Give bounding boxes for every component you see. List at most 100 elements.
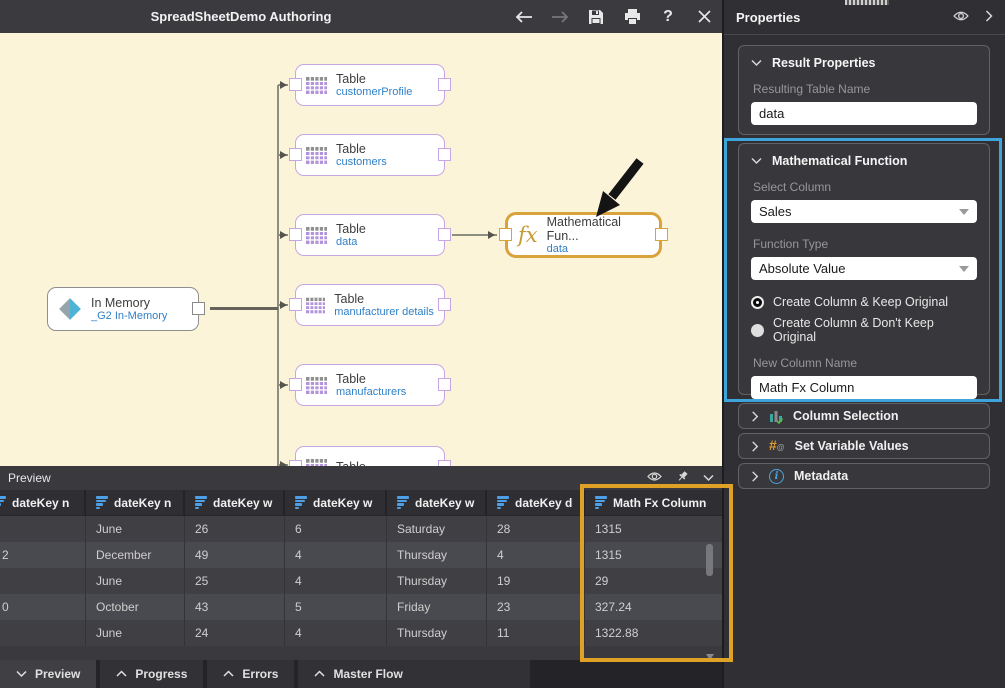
eye-icon[interactable] [647, 471, 662, 485]
tab-master-flow[interactable]: Master Flow [298, 660, 530, 688]
function-type-dropdown[interactable]: Absolute Value [751, 257, 977, 280]
node-title: Table [334, 292, 434, 306]
node-title: Table [336, 222, 366, 236]
output-port[interactable] [438, 78, 451, 91]
chevron-up-icon [223, 670, 234, 678]
column-header[interactable]: dateKey w [387, 490, 487, 515]
chevron-right-icon [751, 471, 759, 482]
node-table-partial[interactable]: Table [295, 446, 445, 466]
section-header-result-properties[interactable]: Result Properties [751, 54, 977, 74]
output-port[interactable] [438, 228, 451, 241]
vertical-scrollbar-thumb[interactable] [706, 544, 713, 576]
table-row: 0 October 43 5 Friday 23 327.24 [0, 594, 722, 620]
table-grid-icon [306, 77, 327, 94]
column-header[interactable]: dateKey d [487, 490, 585, 515]
forward-arrow-icon[interactable] [550, 6, 570, 28]
table-grid-icon [306, 377, 327, 394]
node-table-customerProfile[interactable]: Table customerProfile [295, 64, 445, 106]
radio-dont-keep-original[interactable]: Create Column & Don't Keep Original [751, 316, 977, 344]
node-subtitle: manufacturer details... [334, 306, 434, 319]
sort-bars-icon [96, 496, 108, 509]
node-title: Table [336, 142, 387, 156]
section-header-mathematical-function[interactable]: Mathematical Function [751, 152, 977, 172]
function-type-label: Function Type [753, 237, 977, 251]
node-subtitle: customers [336, 156, 387, 169]
table-cell: 25 [185, 568, 285, 594]
tab-errors[interactable]: Errors [207, 660, 294, 688]
table-cell: 0 [0, 594, 86, 620]
node-table-manufacturer-details[interactable]: Table manufacturer details... [295, 284, 445, 326]
save-icon[interactable] [586, 6, 606, 28]
section-set-variable-values[interactable]: #@ Set Variable Values [738, 433, 990, 459]
table-row: June 25 4 Thursday 19 29 [0, 568, 722, 594]
table-grid-icon [306, 147, 327, 164]
select-column-dropdown[interactable]: Sales [751, 200, 977, 223]
table-cell: 43 [185, 594, 285, 620]
output-port[interactable] [655, 228, 668, 241]
input-port[interactable] [289, 78, 302, 91]
chevron-down-icon[interactable] [703, 471, 714, 485]
output-port[interactable] [438, 148, 451, 161]
connector-arrowhead [280, 151, 287, 159]
node-table-customers[interactable]: Table customers [295, 134, 445, 176]
table-cell: 1315 [585, 542, 722, 568]
table-cell [0, 620, 86, 646]
column-header[interactable]: dateKey w [185, 490, 285, 515]
resulting-table-name-input[interactable] [751, 102, 977, 125]
new-column-name-input[interactable] [751, 376, 977, 399]
help-icon[interactable]: ? [658, 6, 678, 28]
sort-bars-icon [195, 496, 207, 509]
input-port[interactable] [499, 228, 512, 241]
input-port[interactable] [289, 378, 302, 391]
column-header-math-fx[interactable]: Math Fx Column [585, 490, 722, 515]
table-cell: June [86, 516, 185, 542]
flow-canvas[interactable]: In Memory _G2 In-Memory Table customerPr… [0, 33, 722, 466]
table-cell: 19 [487, 568, 585, 594]
sort-bars-icon [595, 496, 607, 509]
print-icon[interactable] [622, 6, 642, 28]
input-port[interactable] [289, 228, 302, 241]
radio-keep-original[interactable]: Create Column & Keep Original [751, 295, 977, 309]
tab-progress[interactable]: Progress [100, 660, 203, 688]
output-port[interactable] [438, 378, 451, 391]
node-table-manufacturers[interactable]: Table manufacturers [295, 364, 445, 406]
table-cell: 23 [487, 594, 585, 620]
node-title: Table [336, 72, 412, 86]
radio-selected-icon [751, 296, 764, 309]
output-port[interactable] [192, 302, 205, 315]
preview-table-header-row: dateKey n dateKey n dateKey w dateKey w … [0, 490, 722, 516]
output-port[interactable] [438, 298, 451, 311]
preview-panel-title: Preview [8, 471, 51, 485]
input-port[interactable] [289, 298, 302, 311]
connector-trunk-line [277, 85, 279, 466]
table-row: June 24 4 Thursday 11 1322.88 [0, 620, 722, 646]
chevron-right-icon[interactable] [985, 10, 993, 25]
node-in-memory[interactable]: In Memory _G2 In-Memory [47, 287, 199, 331]
table-grid-icon [306, 297, 325, 314]
node-table-data[interactable]: Table data [295, 214, 445, 256]
panel-divider [722, 0, 724, 688]
column-header[interactable]: dateKey w [285, 490, 387, 515]
table-cell: 26 [185, 516, 285, 542]
back-arrow-icon[interactable] [514, 6, 534, 28]
section-column-selection[interactable]: Column Selection [738, 403, 990, 429]
table-cell: June [86, 620, 185, 646]
node-subtitle: manufacturers [336, 386, 406, 399]
resulting-table-name-label: Resulting Table Name [753, 82, 977, 96]
pin-icon[interactable] [676, 470, 689, 486]
chevron-down-icon [751, 157, 762, 165]
tab-preview[interactable]: Preview [0, 660, 96, 688]
input-port[interactable] [289, 148, 302, 161]
column-header[interactable]: dateKey n [0, 490, 86, 515]
eye-icon[interactable] [953, 10, 969, 25]
table-cell: 6 [285, 516, 387, 542]
close-icon[interactable] [694, 6, 714, 28]
connector-arrowhead [280, 231, 287, 239]
column-header[interactable]: dateKey n [86, 490, 185, 515]
node-title: Table [336, 372, 406, 386]
select-column-label: Select Column [753, 180, 977, 194]
table-cell: 1315 [585, 516, 722, 542]
chevron-down-icon [959, 266, 969, 272]
properties-panel-title: Properties [736, 10, 953, 25]
section-metadata[interactable]: i Metadata [738, 463, 990, 489]
